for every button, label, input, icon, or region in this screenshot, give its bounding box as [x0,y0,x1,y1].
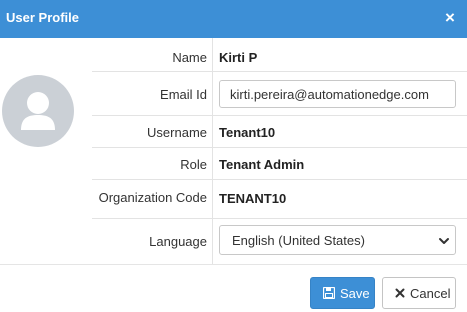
role-label: Role [180,157,207,172]
save-button[interactable]: Save [310,277,375,309]
cancel-label: Cancel [410,286,451,301]
profile-details: Name Kirti P Email Id Username Tenant10 … [92,38,467,264]
cancel-button[interactable]: Cancel [382,277,456,309]
email-field[interactable] [219,80,456,108]
avatar [2,75,74,147]
floppy-disk-icon [323,287,335,299]
user-silhouette-icon [21,92,55,130]
name-label: Name [172,50,207,65]
chevron-down-icon [439,238,449,244]
org-code-label: Organization Code [98,190,207,205]
footer-divider [0,264,467,265]
user-profile-dialog: User Profile × Name Kirti P Email Id Use… [0,0,467,312]
x-icon [395,288,405,298]
role-value: Tenant Admin [219,157,305,172]
save-label: Save [340,286,370,301]
name-value: Kirti P [219,50,258,65]
row-divider [92,115,467,116]
language-selected-value: English (United States) [232,233,365,248]
email-label: Email Id [160,87,207,102]
row-divider [92,218,467,219]
close-icon[interactable]: × [442,7,458,29]
org-code-value: TENANT10 [219,191,287,206]
row-divider [92,71,467,72]
row-divider [92,147,467,148]
username-label: Username [147,125,207,140]
language-label: Language [149,234,207,249]
dialog-title: User Profile [6,10,79,25]
row-divider [92,179,467,180]
language-select[interactable]: English (United States) [219,225,456,255]
username-value: Tenant10 [219,125,276,140]
dialog-header: User Profile × [0,0,467,38]
